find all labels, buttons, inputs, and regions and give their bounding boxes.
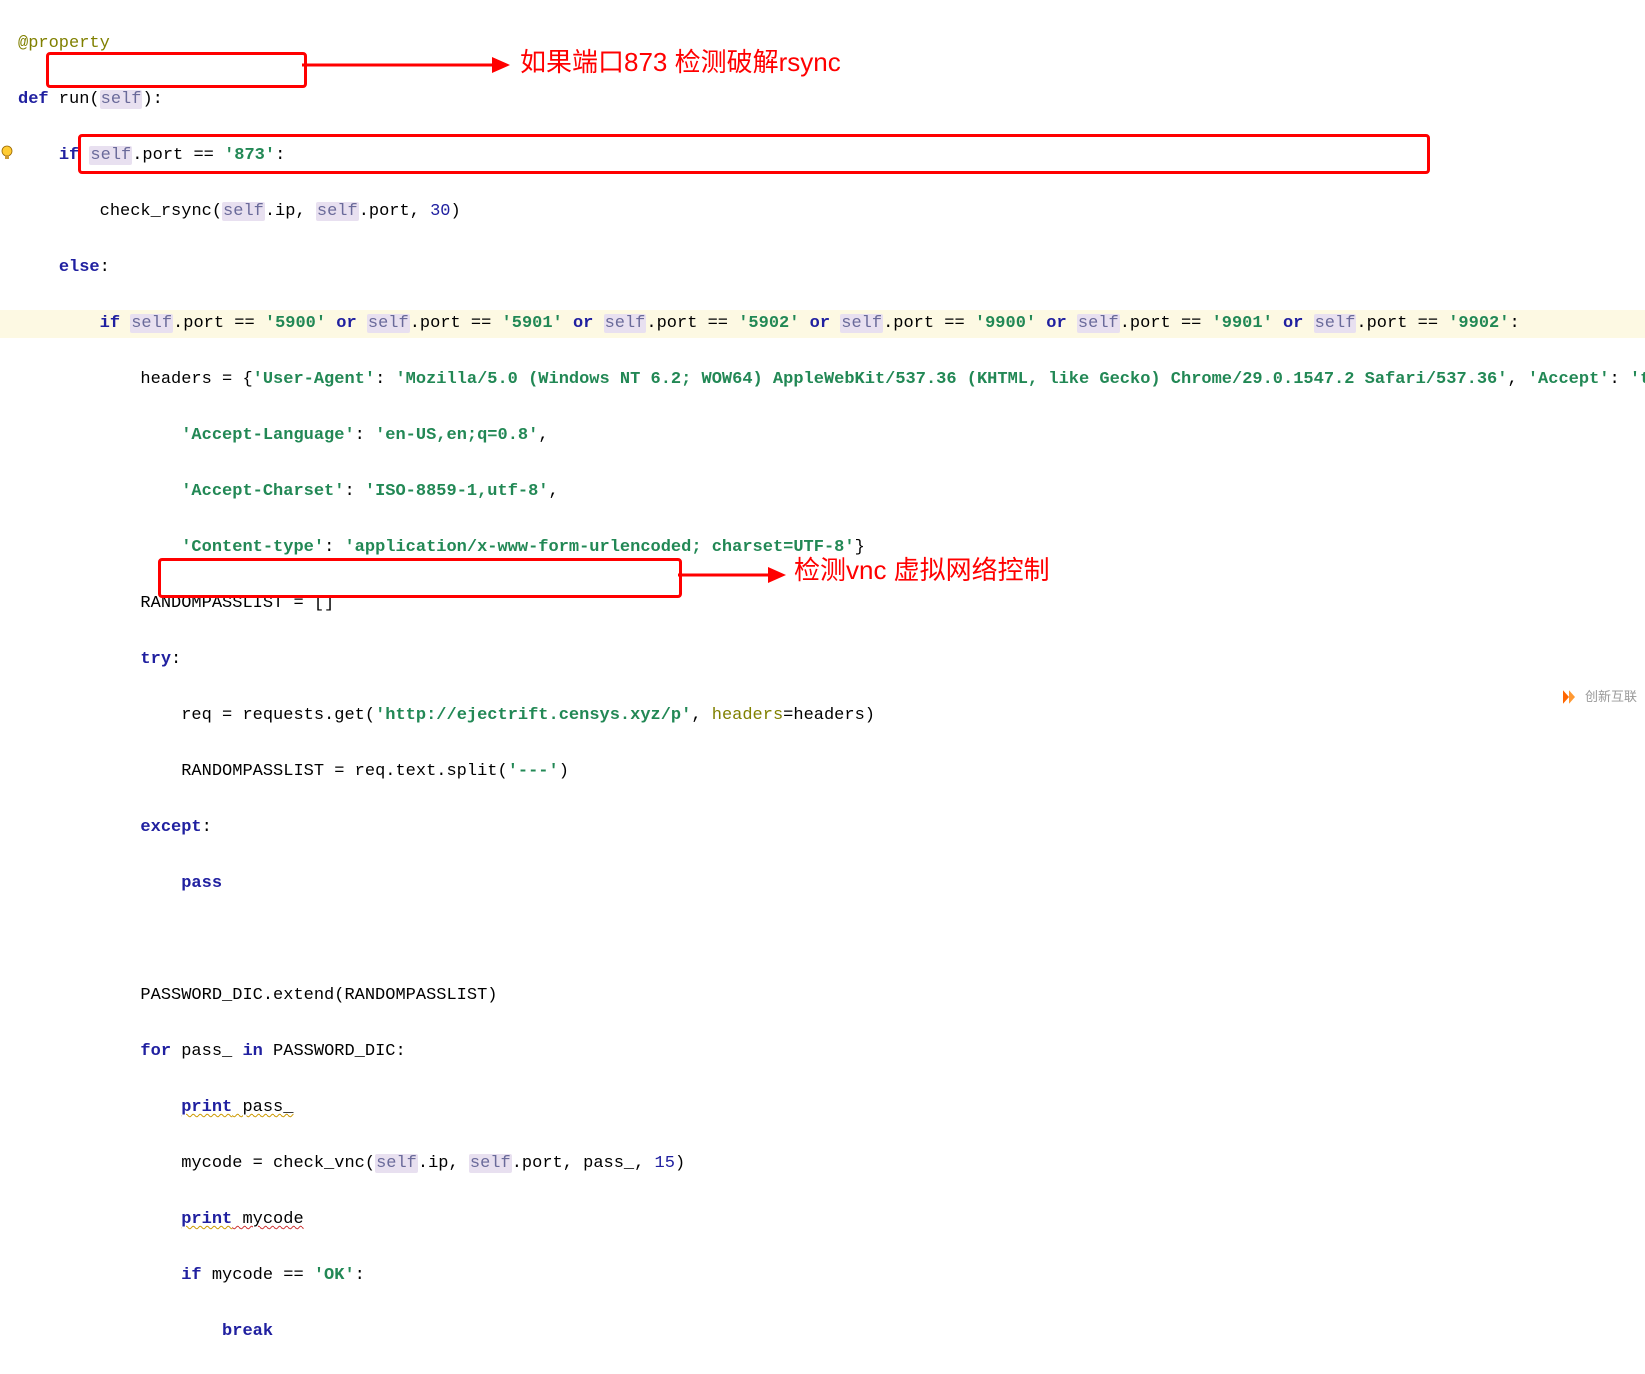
annotation-1: 如果端口873 检测破解rsync [520,48,841,76]
code-line: print mycode [18,1206,1645,1234]
code-line: def run(self): [18,86,1645,114]
decorator: @property [18,34,110,53]
watermark: 创新互联 [1563,683,1637,711]
code-block: @property def run(self): if self.port ==… [0,0,1645,1374]
code-line: try: [18,646,1645,674]
annotation-2: 检测vnc 虚拟网络控制 [794,556,1050,584]
code-line: RANDOMPASSLIST = req.text.split('---') [18,758,1645,786]
code-line: else: [18,254,1645,282]
code-line: 'Accept-Language': 'en-US,en;q=0.8', [18,422,1645,450]
lightbulb-icon[interactable] [0,144,14,162]
code-line: PASSWORD_DIC.extend(RANDOMPASSLIST) [18,982,1645,1010]
code-line: RANDOMPASSLIST = [] [18,590,1645,618]
code-line: pass [18,870,1645,898]
code-line: headers = {'User-Agent': 'Mozilla/5.0 (W… [18,366,1645,394]
code-line: except: [18,814,1645,842]
watermark-text: 创新互联 [1585,683,1637,711]
code-line-highlight: if self.port == '5900' or self.port == '… [0,310,1645,338]
code-line: if self.port == '873': [18,142,1645,170]
code-line: break [18,1318,1645,1346]
code-line: req = requests.get('http://ejectrift.cen… [18,702,1645,730]
code-line: for pass_ in PASSWORD_DIC: [18,1038,1645,1066]
code-line: mycode = check_vnc(self.ip, self.port, p… [18,1150,1645,1178]
watermark-icon [1563,690,1581,704]
code-line [18,926,1645,954]
code-line: 'Accept-Charset': 'ISO-8859-1,utf-8', [18,478,1645,506]
code-line: if mycode == 'OK': [18,1262,1645,1290]
code-line: check_rsync(self.ip, self.port, 30) [18,198,1645,226]
code-line: print pass_ [18,1094,1645,1122]
